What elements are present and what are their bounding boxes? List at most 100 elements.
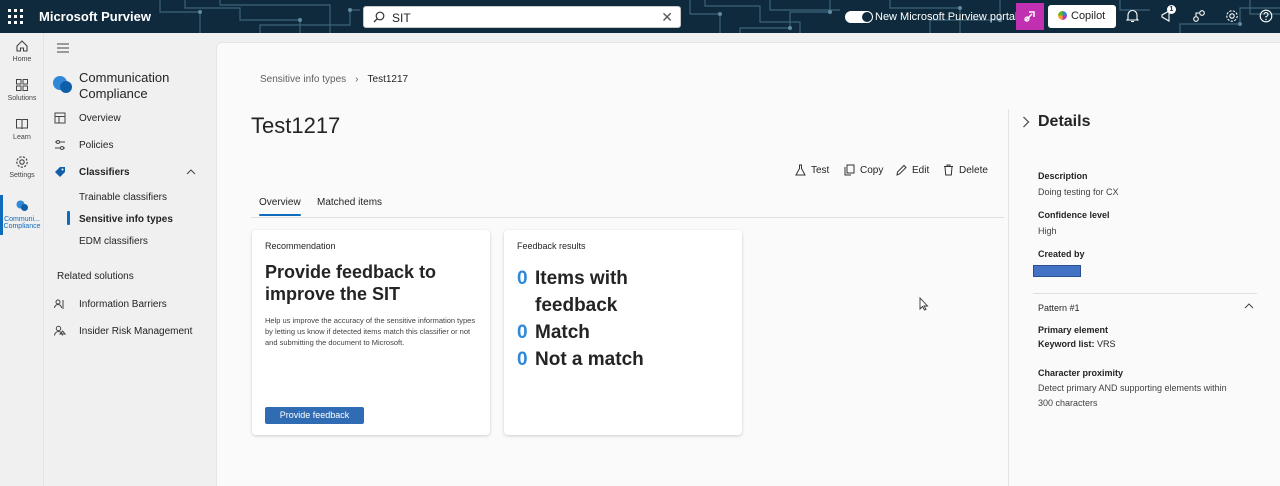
settings-gear-icon[interactable] (1225, 9, 1239, 23)
confidence-label: Confidence level (1038, 210, 1110, 220)
not-a-match-count: 0 (517, 349, 528, 370)
provide-feedback-button[interactable]: Provide feedback (265, 407, 364, 424)
tab-matched-items[interactable]: Matched items (317, 197, 382, 208)
solutions-icon (16, 79, 28, 91)
communication-compliance-icon (53, 76, 72, 93)
portal-toggle[interactable] (845, 11, 873, 23)
copilot-label: Copilot (1071, 10, 1106, 22)
nav-sub-edm-classifiers[interactable]: EDM classifiers (79, 236, 148, 247)
rail-learn[interactable]: Learn (0, 117, 44, 141)
page-title: Test1217 (251, 113, 341, 138)
items-with-feedback-label-2: feedback (535, 295, 618, 316)
overview-icon (54, 112, 66, 124)
recommendation-header: Recommendation (265, 241, 336, 251)
character-proximity-value-2: 300 characters (1038, 398, 1098, 408)
tab-overview[interactable]: Overview (259, 197, 301, 216)
tabs-divider (251, 217, 1004, 218)
barrier-icon (54, 299, 64, 309)
details-title: Details (1038, 113, 1091, 130)
trash-icon (944, 164, 953, 176)
not-a-match-label: Not a match (535, 349, 644, 370)
related-solutions-heading: Related solutions (57, 271, 134, 282)
keyword-list-value: VRS (1094, 339, 1116, 349)
keyword-list-row: Keyword list: VRS (1038, 338, 1116, 351)
breadcrumb-current: Test1217 (367, 74, 409, 85)
rail-home[interactable]: Home (0, 39, 44, 63)
delete-label: Delete (959, 165, 988, 176)
flask-icon (795, 164, 806, 176)
hamburger-icon[interactable] (57, 43, 69, 53)
purview-copilot-button[interactable] (1016, 3, 1044, 30)
chevron-right-icon (1023, 116, 1030, 128)
match-count: 0 (517, 322, 528, 343)
nav-sub-trainable-classifiers[interactable]: Trainable classifiers (79, 192, 167, 203)
breadcrumb-sensitive-info-types[interactable]: Sensitive info types (260, 74, 346, 85)
recommendation-card: Recommendation Provide feedback to impro… (252, 230, 490, 435)
breadcrumb-chevron-icon: › (355, 74, 359, 85)
character-proximity-value: Detect primary AND supporting elements w… (1038, 383, 1227, 393)
pencil-icon (896, 164, 907, 176)
test-label: Test (811, 165, 830, 176)
main-content: Sensitive info types › Test1217 Test1217 T… (216, 42, 1280, 486)
pattern-chevron-up-icon[interactable] (1244, 303, 1254, 309)
mouse-cursor-icon (919, 297, 929, 311)
details-separator (1033, 293, 1257, 294)
primary-element-label: Primary element (1038, 325, 1109, 335)
search-input[interactable]: SIT ✕ (363, 6, 681, 28)
description-label: Description (1038, 171, 1088, 181)
created-by-redacted (1033, 265, 1081, 277)
nav-item-insider-risk-label: Insider Risk Management (79, 326, 193, 337)
help-icon[interactable] (1259, 9, 1273, 23)
chat-icon (16, 200, 28, 211)
match-label: Match (535, 322, 590, 343)
created-by-label: Created by (1038, 249, 1085, 259)
rail-solutions[interactable]: Solutions (0, 78, 44, 102)
nav-item-policies-label: Policies (79, 140, 114, 151)
rail-home-label: Home (12, 56, 32, 63)
rail-solutions-label: Solutions (7, 95, 37, 102)
feedback-results-header: Feedback results (517, 241, 586, 251)
rail-communication-compliance[interactable]: Communi... Compliance (0, 199, 44, 230)
recommendation-title: Provide feedback to improve the SIT (265, 262, 437, 304)
search-value: SIT (392, 11, 411, 25)
description-value: Doing testing for CX (1038, 187, 1119, 197)
search-icon (373, 11, 385, 23)
brand-title[interactable]: Microsoft Purview (39, 9, 151, 24)
keyword-list-label: Keyword list: (1038, 339, 1095, 349)
notification-badge: 1 (1167, 5, 1176, 14)
nav-item-classifiers-label: Classifiers (79, 167, 130, 178)
clear-search-icon[interactable]: ✕ (661, 10, 673, 24)
nav-item-overview-label: Overview (79, 113, 121, 124)
nav-selection-indicator (67, 211, 70, 225)
pattern-label[interactable]: Pattern #1 (1038, 302, 1080, 315)
items-with-feedback-count: 0 (517, 268, 528, 289)
navigation-pane: Communication Compliance Overview Polici… (44, 33, 216, 486)
rail-learn-label: Learn (13, 134, 31, 141)
chevron-up-icon[interactable] (186, 169, 196, 175)
app-launcher-icon[interactable] (8, 9, 23, 24)
book-icon (16, 119, 28, 130)
copy-icon (844, 164, 855, 176)
bell-icon[interactable] (1126, 9, 1139, 23)
items-with-feedback-label: Items with (535, 268, 628, 289)
tag-icon (55, 167, 65, 177)
copilot-icon (1058, 11, 1067, 20)
top-bar: Microsoft Purview SIT ✕ New Microsoft Pu… (0, 0, 1280, 33)
details-divider (1008, 109, 1009, 486)
breadcrumb: Sensitive info types › Test1217 (260, 74, 408, 85)
sparkle-icon (1024, 11, 1035, 22)
copilot-button[interactable]: Copilot (1048, 5, 1116, 28)
rail-settings-label: Settings (9, 172, 35, 179)
app-title: Communication Compliance (79, 70, 170, 101)
policies-icon (55, 140, 65, 150)
rail-comm-label: Communi... (4, 216, 40, 223)
left-rail: Home Solutions Learn Settings Communi...… (0, 33, 44, 486)
nav-item-information-barriers-label: Information Barriers (79, 299, 167, 310)
copy-label: Copy (860, 165, 884, 176)
share-icon[interactable] (1192, 9, 1206, 23)
person-risk-icon (54, 325, 66, 336)
rail-settings[interactable]: Settings (0, 155, 44, 179)
edit-label: Edit (912, 165, 930, 176)
portal-toggle-label: New Microsoft Purview portal (875, 11, 1018, 23)
nav-sub-sensitive-info-types[interactable]: Sensitive info types (79, 214, 173, 225)
